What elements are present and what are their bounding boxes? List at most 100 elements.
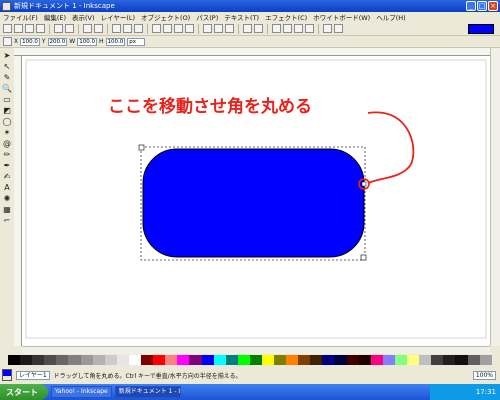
w-field[interactable]: 100.0 xyxy=(77,37,97,46)
selector-tool-icon[interactable]: ➤ xyxy=(2,50,13,60)
maximize-button[interactable]: □ xyxy=(477,1,487,11)
text-tool-icon[interactable]: A xyxy=(2,182,13,192)
calligraphy-tool-icon[interactable]: ✍ xyxy=(2,171,13,181)
pen-tool-icon[interactable]: ✒ xyxy=(2,160,13,170)
align-icon[interactable] xyxy=(305,24,314,33)
menu-text[interactable]: テキスト(T) xyxy=(224,12,259,22)
h-field[interactable]: 100.0 xyxy=(105,37,126,46)
palette-swatch[interactable] xyxy=(177,355,190,365)
menu-edit[interactable]: 編集(E) xyxy=(44,12,66,22)
palette-swatch[interactable] xyxy=(165,355,178,365)
x-field[interactable]: 100.0 xyxy=(20,37,40,46)
menu-layer[interactable]: レイヤー(L) xyxy=(101,12,136,22)
taskbar-item-active[interactable]: 新規ドキュメント 1 - Ink... xyxy=(114,386,181,398)
duplicate-icon[interactable] xyxy=(203,24,212,33)
paste-icon[interactable] xyxy=(134,24,143,33)
palette-swatch[interactable] xyxy=(455,355,468,365)
zoom-width-icon[interactable] xyxy=(185,24,194,33)
palette-swatch[interactable] xyxy=(395,355,408,365)
palette-swatch[interactable] xyxy=(20,355,33,365)
start-button[interactable]: スタート xyxy=(0,384,48,400)
export-icon[interactable] xyxy=(65,24,74,33)
horizontal-ruler[interactable] xyxy=(14,48,490,56)
cut-icon[interactable] xyxy=(123,24,132,33)
palette-swatch[interactable] xyxy=(249,355,262,365)
palette-swatch[interactable] xyxy=(407,355,420,365)
menu-whiteboard[interactable]: ホワイトボード(W) xyxy=(313,12,370,22)
clone-icon[interactable] xyxy=(214,24,223,33)
palette-swatch[interactable] xyxy=(286,355,299,365)
palette-swatch[interactable] xyxy=(431,355,444,365)
zoom-field[interactable]: 100% xyxy=(472,370,496,380)
undo-icon[interactable] xyxy=(83,24,92,33)
palette-swatch[interactable] xyxy=(8,355,21,365)
palette-swatch[interactable] xyxy=(68,355,81,365)
corner-handle-nw[interactable] xyxy=(138,144,145,151)
palette-swatch[interactable] xyxy=(419,355,432,365)
fill-stroke-indicator[interactable] xyxy=(2,369,12,381)
palette-swatch[interactable] xyxy=(310,355,323,365)
import-icon[interactable] xyxy=(54,24,63,33)
document-properties-icon[interactable] xyxy=(334,24,343,33)
palette-swatch[interactable] xyxy=(322,355,335,365)
tweak-tool-icon[interactable]: ✎ xyxy=(2,72,13,82)
rectangle-tool-icon[interactable]: ▭ xyxy=(2,94,13,104)
preferences-icon[interactable] xyxy=(323,24,332,33)
y-field[interactable]: 200.0 xyxy=(47,37,68,46)
star-tool-icon[interactable]: ✶ xyxy=(2,127,13,137)
close-button[interactable]: × xyxy=(488,1,498,11)
palette-swatch[interactable] xyxy=(32,355,45,365)
palette-swatch[interactable] xyxy=(141,355,154,365)
unit-select[interactable]: px xyxy=(127,37,146,46)
vertical-ruler[interactable] xyxy=(14,56,22,346)
menu-path[interactable]: パス(P) xyxy=(196,12,218,22)
palette-swatch[interactable] xyxy=(128,355,142,365)
zoom-tool-icon[interactable]: 🔍 xyxy=(2,83,13,93)
palette-swatch[interactable] xyxy=(44,355,57,365)
vertical-scrollbar[interactable] xyxy=(490,48,500,346)
text-font-icon[interactable] xyxy=(283,24,292,33)
spray-tool-icon[interactable]: ✺ xyxy=(2,193,13,203)
rounded-rectangle[interactable] xyxy=(142,148,365,258)
palette-swatch[interactable] xyxy=(225,355,238,365)
redo-icon[interactable] xyxy=(94,24,103,33)
palette-swatch[interactable] xyxy=(213,355,226,365)
palette-swatch[interactable] xyxy=(479,355,492,365)
palette-swatch[interactable] xyxy=(116,355,129,365)
palette-swatch[interactable] xyxy=(92,355,105,365)
layer-selector[interactable]: レイヤー1 xyxy=(16,370,50,380)
unlink-clone-icon[interactable] xyxy=(225,24,234,33)
xml-editor-icon[interactable] xyxy=(294,24,303,33)
print-icon[interactable] xyxy=(36,24,45,33)
tool-options-icon[interactable] xyxy=(3,37,12,46)
palette-swatch[interactable] xyxy=(334,355,347,365)
dropper-tool-icon[interactable]: ⌐ xyxy=(2,215,13,225)
ungroup-icon[interactable] xyxy=(254,24,263,33)
save-icon[interactable] xyxy=(25,24,34,33)
horizontal-scrollbar[interactable] xyxy=(22,346,490,354)
palette-swatch[interactable] xyxy=(201,355,214,365)
open-icon[interactable] xyxy=(14,24,23,33)
menu-help[interactable]: ヘルプ(H) xyxy=(376,12,405,22)
palette-swatch[interactable] xyxy=(261,355,275,365)
palette-swatch[interactable] xyxy=(56,355,69,365)
drawing-canvas[interactable]: ここを移動させ角を丸める xyxy=(22,56,490,346)
taskbar-item[interactable]: Yahoo! - Inkscape xyxy=(51,386,112,398)
zoom-selection-icon[interactable] xyxy=(152,24,161,33)
menu-view[interactable]: 表示(V) xyxy=(72,12,95,22)
node-tool-icon[interactable]: ↖ xyxy=(2,61,13,71)
3d-box-tool-icon[interactable]: ◩ xyxy=(2,105,13,115)
menu-effects[interactable]: エフェクト(C) xyxy=(265,12,307,22)
new-document-icon[interactable] xyxy=(3,24,12,33)
group-icon[interactable] xyxy=(243,24,252,33)
palette-swatch[interactable] xyxy=(382,355,395,365)
minimize-button[interactable]: _ xyxy=(466,1,476,11)
pencil-tool-icon[interactable]: ✏ xyxy=(2,149,13,159)
gradient-tool-icon[interactable]: ▦ xyxy=(2,204,13,214)
palette-swatch[interactable] xyxy=(274,355,287,365)
palette-swatch[interactable] xyxy=(189,355,202,365)
corner-handle-se[interactable] xyxy=(360,254,367,261)
palette-swatch[interactable] xyxy=(153,355,166,365)
zoom-drawing-icon[interactable] xyxy=(163,24,172,33)
palette-swatch[interactable] xyxy=(237,355,250,365)
